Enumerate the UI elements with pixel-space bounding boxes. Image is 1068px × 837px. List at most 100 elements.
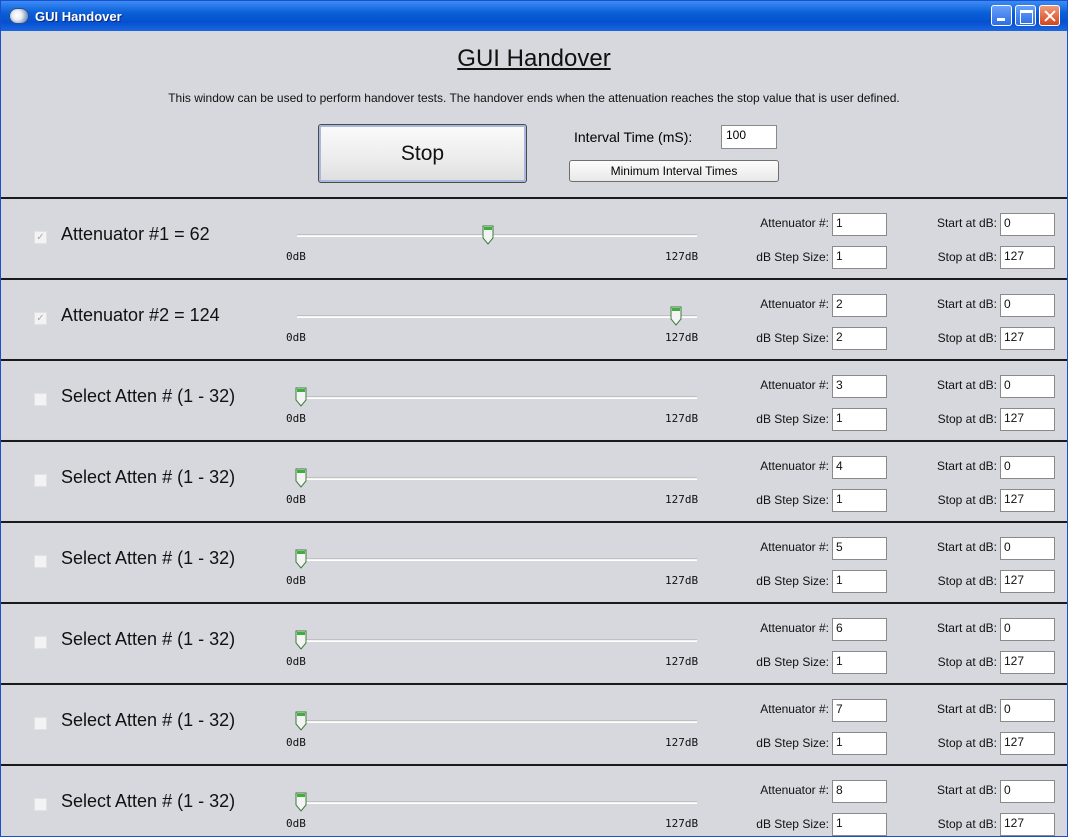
stop-at-db-label: Stop at dB: <box>937 736 997 750</box>
attenuator-number-input[interactable]: 4 <box>832 456 887 479</box>
title-bar[interactable]: GUI Handover <box>1 1 1067 31</box>
stop-at-db-input[interactable]: 127 <box>1000 651 1055 674</box>
gui-handover-window: GUI Handover GUI Handover This window ca… <box>0 0 1068 837</box>
attenuator-number-input[interactable]: 7 <box>832 699 887 722</box>
start-at-db-input[interactable]: 0 <box>1000 780 1055 803</box>
close-button[interactable] <box>1039 5 1060 26</box>
attenuator-number-input[interactable]: 2 <box>832 294 887 317</box>
stop-at-db-input[interactable]: 127 <box>1000 813 1055 836</box>
page-title: GUI Handover <box>457 45 611 72</box>
interval-time-input[interactable]: 100 <box>721 125 777 149</box>
attenuator-row: Select Atten # (1 - 32) 0dB 127dB Attenuato… <box>1 764 1067 836</box>
slider-min-label: 0dB <box>286 817 306 830</box>
attenuator-row: Select Atten # (1 - 32) 0dB 127dB Attenuato… <box>1 683 1067 763</box>
stop-button[interactable]: Stop <box>318 124 527 183</box>
attenuator-row: Select Atten # (1 - 32) 0dB 127dB Attenuato… <box>1 440 1067 520</box>
slider-min-label: 0dB <box>286 574 306 587</box>
stop-at-db-label: Stop at dB: <box>937 493 997 507</box>
attenuation-slider-thumb[interactable] <box>482 225 494 245</box>
start-at-db-label: Start at dB: <box>936 297 997 311</box>
attenuator-row: ✓ Attenuator #1 = 62 0dB 127dB Attenuator #:… <box>1 197 1067 277</box>
stop-at-db-input[interactable]: 127 <box>1000 327 1055 350</box>
attenuation-slider-thumb[interactable] <box>670 306 682 326</box>
start-at-db-input[interactable]: 0 <box>1000 213 1055 236</box>
step-size-label: dB Step Size: <box>756 736 829 750</box>
attenuator-row: Select Atten # (1 - 32) 0dB 127dB Attenuato… <box>1 359 1067 439</box>
attenuation-slider-thumb[interactable] <box>295 468 307 488</box>
attenuation-slider-track[interactable] <box>297 315 697 318</box>
step-size-input[interactable]: 1 <box>832 651 887 674</box>
start-at-db-input[interactable]: 0 <box>1000 537 1055 560</box>
attenuator-number-input[interactable]: 8 <box>832 780 887 803</box>
attenuator-number-input[interactable]: 1 <box>832 213 887 236</box>
attenuator-label: Select Atten # (1 - 32) <box>61 467 236 487</box>
step-size-label: dB Step Size: <box>756 250 829 264</box>
step-size-input[interactable]: 1 <box>832 732 887 755</box>
step-size-input[interactable]: 1 <box>832 813 887 836</box>
attenuation-slider-track[interactable] <box>297 234 697 237</box>
attenuation-slider-thumb[interactable] <box>295 549 307 569</box>
stop-at-db-label: Stop at dB: <box>937 331 997 345</box>
attenuation-slider-track[interactable] <box>297 801 697 804</box>
maximize-button[interactable] <box>1015 5 1036 26</box>
step-size-label: dB Step Size: <box>756 655 829 669</box>
attenuation-slider-track[interactable] <box>297 639 697 642</box>
start-at-db-input[interactable]: 0 <box>1000 699 1055 722</box>
attenuator-enable-checkbox[interactable] <box>34 717 47 730</box>
attenuator-enable-checkbox[interactable]: ✓ <box>34 312 47 325</box>
step-size-input[interactable]: 2 <box>832 327 887 350</box>
attenuator-enable-checkbox[interactable]: ✓ <box>34 231 47 244</box>
stop-at-db-input[interactable]: 127 <box>1000 732 1055 755</box>
attenuator-row: Select Atten # (1 - 32) 0dB 127dB Attenuato… <box>1 521 1067 601</box>
start-at-db-label: Start at dB: <box>936 621 997 635</box>
attenuator-number-input[interactable]: 5 <box>832 537 887 560</box>
slider-min-label: 0dB <box>286 250 306 263</box>
attenuation-slider-track[interactable] <box>297 720 697 723</box>
step-size-input[interactable]: 1 <box>832 570 887 593</box>
attenuator-enable-checkbox[interactable] <box>34 393 47 406</box>
slider-max-label: 127dB <box>665 493 699 506</box>
attenuation-slider-thumb[interactable] <box>295 711 307 731</box>
step-size-input[interactable]: 1 <box>832 408 887 431</box>
slider-max-label: 127dB <box>665 331 699 344</box>
stop-at-db-input[interactable]: 127 <box>1000 489 1055 512</box>
slider-max-label: 127dB <box>665 250 699 263</box>
attenuation-slider-track[interactable] <box>297 396 697 399</box>
attenuator-enable-checkbox[interactable] <box>34 555 47 568</box>
start-at-db-input[interactable]: 0 <box>1000 375 1055 398</box>
step-size-label: dB Step Size: <box>756 817 829 831</box>
attenuator-enable-checkbox[interactable] <box>34 636 47 649</box>
attenuator-enable-checkbox[interactable] <box>34 798 47 811</box>
attenuation-slider-thumb[interactable] <box>295 792 307 812</box>
slider-max-label: 127dB <box>665 655 699 668</box>
stop-at-db-label: Stop at dB: <box>937 817 997 831</box>
attenuation-slider-track[interactable] <box>297 558 697 561</box>
slider-max-label: 127dB <box>665 412 699 425</box>
step-size-input[interactable]: 1 <box>832 246 887 269</box>
stop-at-db-input[interactable]: 127 <box>1000 408 1055 431</box>
stop-at-db-input[interactable]: 127 <box>1000 570 1055 593</box>
stop-at-db-input[interactable]: 127 <box>1000 246 1055 269</box>
minimum-interval-times-button[interactable]: Minimum Interval Times <box>569 160 779 182</box>
start-at-db-input[interactable]: 0 <box>1000 618 1055 641</box>
start-at-db-input[interactable]: 0 <box>1000 456 1055 479</box>
attenuator-label: Select Atten # (1 - 32) <box>61 548 236 568</box>
start-at-db-input[interactable]: 0 <box>1000 294 1055 317</box>
stop-at-db-label: Stop at dB: <box>937 574 997 588</box>
attenuator-number-label: Attenuator #: <box>760 459 829 473</box>
app-icon <box>9 8 29 24</box>
attenuator-number-input[interactable]: 6 <box>832 618 887 641</box>
window-title: GUI Handover <box>35 8 122 24</box>
attenuator-number-input[interactable]: 3 <box>832 375 887 398</box>
attenuation-slider-track[interactable] <box>297 477 697 480</box>
stop-at-db-label: Stop at dB: <box>937 250 997 264</box>
step-size-label: dB Step Size: <box>756 331 829 345</box>
attenuation-slider-thumb[interactable] <box>295 630 307 650</box>
attenuation-slider-thumb[interactable] <box>295 387 307 407</box>
minimize-button[interactable] <box>991 5 1012 26</box>
attenuator-number-label: Attenuator #: <box>760 702 829 716</box>
step-size-input[interactable]: 1 <box>832 489 887 512</box>
slider-max-label: 127dB <box>665 574 699 587</box>
attenuator-enable-checkbox[interactable] <box>34 474 47 487</box>
attenuator-label: Select Atten # (1 - 32) <box>61 386 236 406</box>
